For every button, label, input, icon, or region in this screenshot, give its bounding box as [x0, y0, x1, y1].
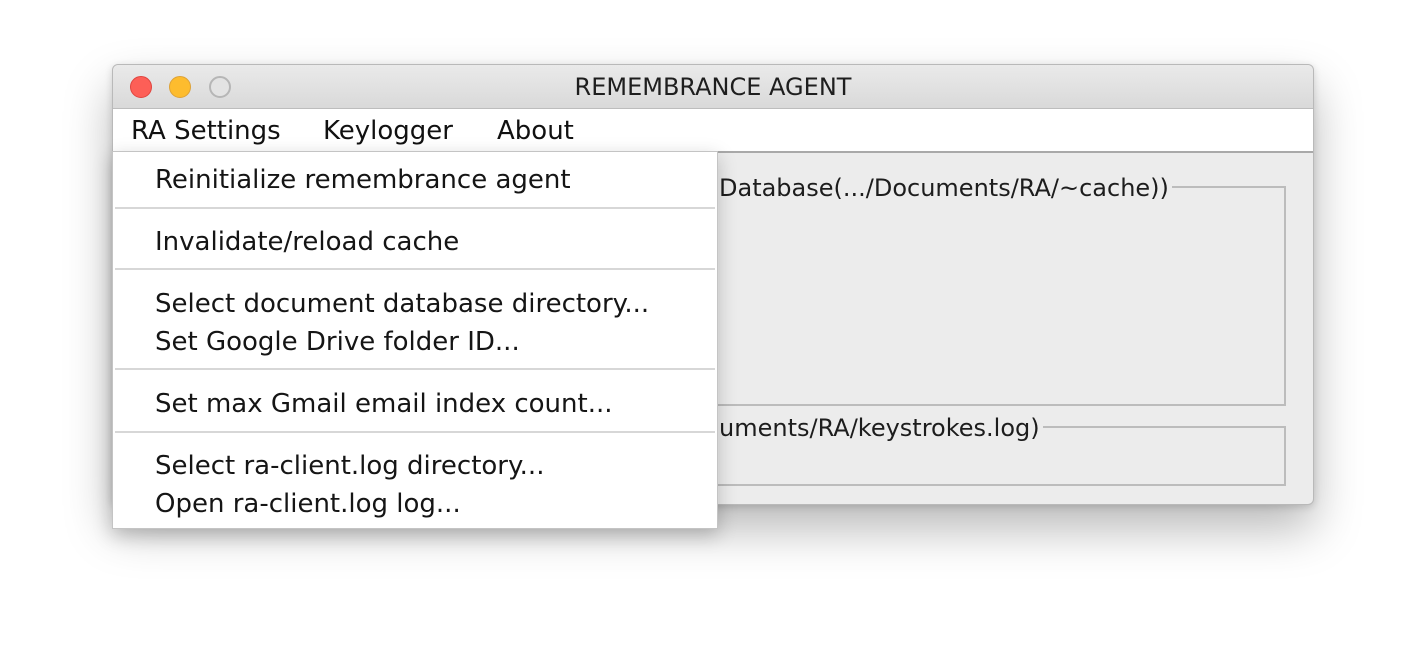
menu-separator: [115, 368, 715, 370]
title-bar[interactable]: REMEMBRANCE AGENT: [113, 65, 1313, 109]
ra-settings-dropdown: Reinitialize remembrance agent Invalidat…: [112, 151, 718, 529]
menu-item-open-log[interactable]: Open ra-client.log log...: [155, 489, 461, 519]
menu-item-set-drive-folder[interactable]: Set Google Drive folder ID...: [155, 327, 520, 357]
menu-item-select-log-directory[interactable]: Select ra-client.log directory...: [155, 451, 544, 481]
menu-separator: [115, 268, 715, 270]
menu-separator: [115, 207, 715, 209]
keylogger-panel-title: uments/RA/keystrokes.log): [716, 414, 1043, 442]
menu-separator: [115, 431, 715, 433]
documents-panel-title: Database(.../Documents/RA/~cache)): [716, 174, 1172, 202]
menu-bar: RA Settings Keylogger About: [113, 109, 1313, 153]
menu-item-invalidate-cache[interactable]: Invalidate/reload cache: [155, 227, 459, 257]
menu-keylogger[interactable]: Keylogger: [323, 109, 453, 151]
menu-about[interactable]: About: [497, 109, 574, 151]
menu-item-set-gmail-count[interactable]: Set max Gmail email index count...: [155, 389, 613, 419]
menu-ra-settings[interactable]: RA Settings: [131, 109, 281, 151]
window-title: REMEMBRANCE AGENT: [574, 73, 852, 101]
menu-item-select-document-directory[interactable]: Select document database directory...: [155, 289, 649, 319]
menu-item-reinitialize[interactable]: Reinitialize remembrance agent: [155, 165, 571, 195]
